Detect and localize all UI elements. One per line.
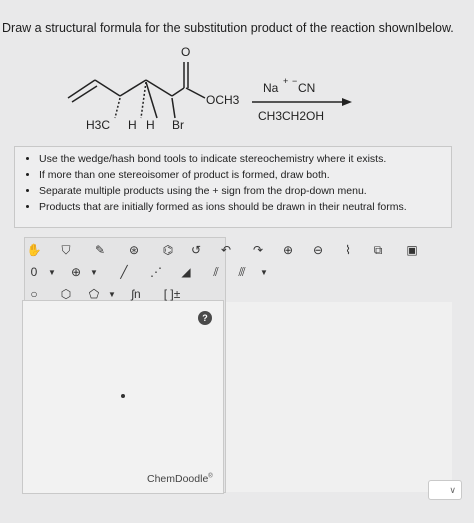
plus-button[interactable]: ⊕: [66, 263, 86, 281]
chemdoodle-brand: ChemDoodle®: [147, 473, 213, 485]
instruction-item: Products that are initially formed as io…: [39, 201, 443, 213]
canvas-dot: [121, 394, 125, 398]
reagent-plus: +: [283, 76, 288, 86]
triple-bond-icon[interactable]: ⫻: [232, 263, 252, 281]
reagent-cyanide: CN: [298, 81, 315, 95]
chevron-down-icon[interactable]: ▼: [84, 263, 104, 281]
attached-rings-icon[interactable]: ⌬: [158, 241, 178, 259]
chain-button[interactable]: ʃn: [126, 285, 146, 303]
answer-select[interactable]: ∨: [428, 480, 462, 500]
carbonyl-oxygen: O: [181, 45, 190, 59]
solvent-label: CH3CH2OH: [258, 109, 324, 123]
arrows-icon[interactable]: ↺: [186, 241, 206, 259]
methoxy-label: OCH3: [206, 93, 240, 107]
benzene-icon[interactable]: ⬡: [56, 285, 76, 303]
hydrogen-2: H: [146, 118, 155, 132]
redo-icon[interactable]: ↷: [248, 241, 268, 259]
clean-icon[interactable]: ⌇: [338, 241, 358, 259]
single-bond-icon[interactable]: ╱: [114, 263, 134, 281]
reagent-minus: −: [292, 76, 297, 86]
instruction-item: If more than one stereoisomer of product…: [39, 169, 443, 181]
copy-icon[interactable]: ⧉: [368, 241, 388, 259]
ring-template-icon[interactable]: ⊛: [124, 241, 144, 259]
hydrogen-1: H: [128, 118, 137, 132]
undo-icon[interactable]: ↶: [216, 241, 236, 259]
zoom-in-icon[interactable]: ⊕: [278, 241, 298, 259]
paste-icon[interactable]: ▣: [402, 241, 422, 259]
hand-icon[interactable]: ✋: [24, 241, 44, 259]
chevron-down-icon: ∨: [449, 484, 456, 495]
chevron-down-icon[interactable]: ▼: [42, 263, 62, 281]
charge-button[interactable]: 0: [24, 263, 44, 281]
methyl-label: H3C: [86, 118, 110, 132]
instruction-item: Separate multiple products using the + s…: [39, 185, 443, 197]
vinyl-double-bond: [71, 85, 98, 103]
chevron-down-icon[interactable]: ▼: [102, 285, 122, 303]
zoom-out-icon[interactable]: ⊖: [308, 241, 328, 259]
lasso-icon[interactable]: ⛉: [56, 241, 76, 259]
help-button[interactable]: ?: [198, 311, 212, 325]
question-text: Draw a structural formula for the substi…: [2, 20, 454, 35]
reagent-sodium: Na: [263, 81, 279, 95]
wedge-bond-icon[interactable]: ◢: [176, 263, 196, 281]
instructions-box: Use the wedge/hash bond tools to indicat…: [14, 146, 452, 228]
cyclopentane-icon[interactable]: ⬠: [84, 285, 104, 303]
editor-toolbar: ✋ ⛉ ✎ ⊛ ⌬ ↺ ↶ ↷ ⊕ ⊖ ⌇ ⧉ ▣ 0 ▼ ⊕ ▼ ╱ ⋰ ◢ …: [22, 237, 432, 307]
cyclopropane-icon[interactable]: ○: [24, 285, 44, 303]
bromine-label: Br: [172, 118, 184, 132]
bracket-button[interactable]: [ ]±: [160, 285, 184, 303]
reaction-scheme: O OCH3 H3C H H Br Na + − CN CH3CH2OH: [67, 45, 352, 132]
hash-bond-icon[interactable]: ⋰: [146, 263, 166, 281]
chevron-down-icon[interactable]: ▼: [254, 263, 274, 281]
double-bond-icon[interactable]: ⫽: [206, 263, 226, 281]
eraser-icon[interactable]: ✎: [90, 241, 110, 259]
instruction-item: Use the wedge/hash bond tools to indicat…: [39, 153, 443, 165]
